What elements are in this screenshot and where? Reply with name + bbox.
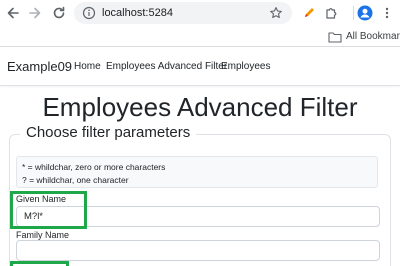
extensions-icon[interactable]: [322, 4, 340, 22]
browser-toolbar: localhost:5284: [0, 0, 400, 27]
given-name-highlight-box: [10, 191, 87, 229]
hint-line-question: ? = whildchar, one character: [22, 175, 129, 185]
reload-icon[interactable]: [50, 4, 68, 22]
hint-line-star: * = whildchar, zero or more characters: [22, 162, 166, 172]
family-name-input[interactable]: [16, 240, 380, 261]
site-navbar: Example09 Home Employees Advanced Filter…: [0, 47, 400, 86]
all-bookmarks-link[interactable]: All Bookmarks: [346, 31, 400, 43]
pen-extension-icon[interactable]: [300, 4, 318, 22]
fieldset-legend: Choose filter parameters: [20, 124, 197, 142]
site-info-icon[interactable]: [82, 6, 96, 20]
nav-link-employees[interactable]: Employees: [221, 61, 270, 73]
bookmarks-bar: All Bookmarks: [0, 27, 400, 47]
wildcard-hint-box: * = whildchar, zero or more characters ?…: [16, 156, 378, 188]
folder-icon[interactable]: [328, 30, 342, 43]
address-bar[interactable]: localhost:5284: [74, 2, 292, 24]
more-menu-icon[interactable]: [378, 4, 396, 22]
page-title: Employees Advanced Filter: [42, 92, 358, 122]
navbar-brand[interactable]: Example09: [7, 59, 72, 75]
profile-avatar-icon[interactable]: [356, 4, 374, 22]
nav-link-home[interactable]: Home: [74, 61, 101, 73]
bookmark-star-icon[interactable]: [269, 6, 283, 20]
back-icon[interactable]: [4, 4, 22, 22]
nav-link-employees-advanced-filter[interactable]: Employees Advanced Filter: [106, 61, 227, 73]
next-field-highlight-box: [10, 261, 69, 266]
forward-icon[interactable]: [26, 4, 44, 22]
url-text: localhost:5284: [102, 7, 173, 19]
